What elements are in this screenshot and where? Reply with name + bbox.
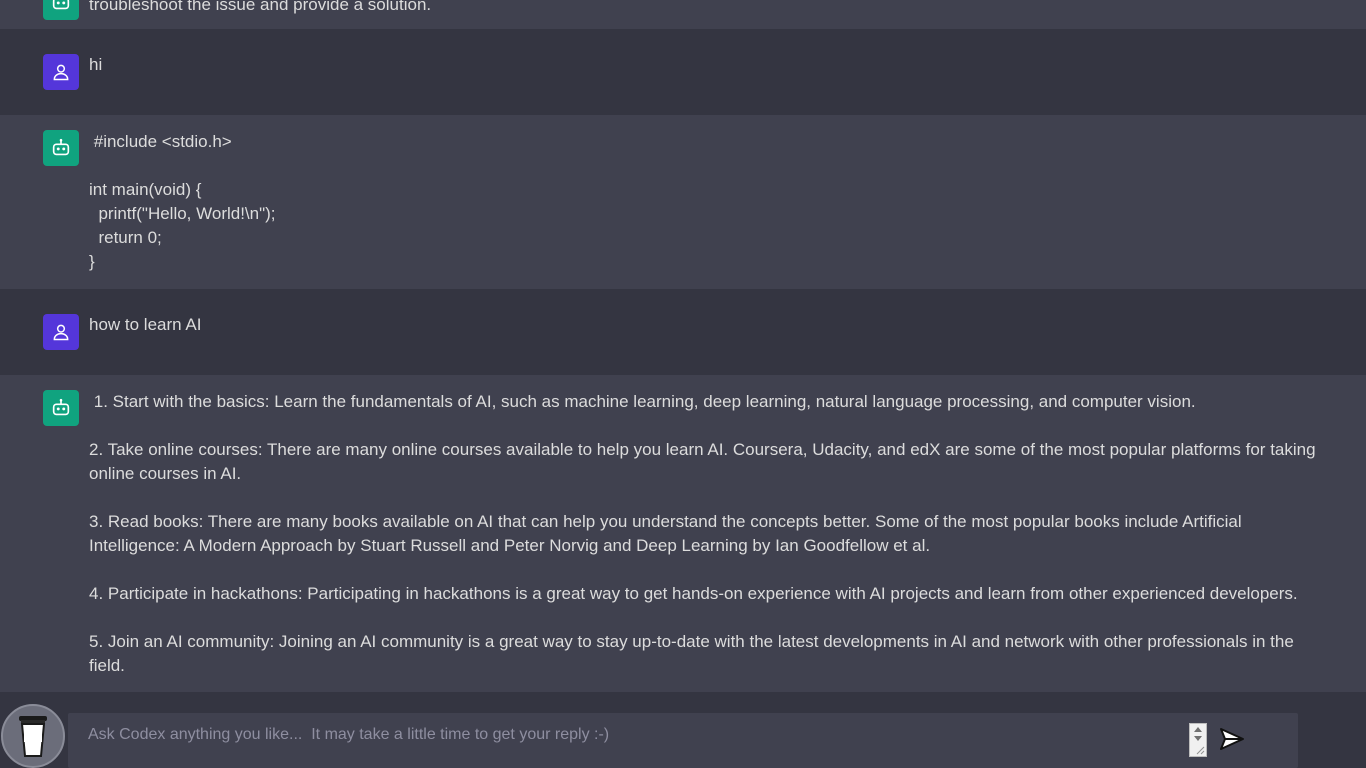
bot-message-row: troubleshoot the issue and provide a sol… bbox=[0, 0, 1366, 29]
bot-avatar bbox=[43, 390, 79, 426]
user-avatar bbox=[43, 54, 79, 90]
chevron-down-icon bbox=[1194, 736, 1202, 741]
bot-message-text: 1. Start with the basics: Learn the fund… bbox=[89, 392, 1316, 675]
robot-icon bbox=[52, 0, 70, 10]
send-button[interactable] bbox=[1218, 725, 1246, 753]
user-avatar bbox=[43, 314, 79, 350]
prompt-input[interactable] bbox=[88, 723, 1178, 753]
coffee-cup-icon bbox=[19, 716, 47, 757]
chevron-up-icon bbox=[1194, 727, 1202, 732]
bot-avatar bbox=[43, 0, 79, 20]
user-message-text: how to learn AI bbox=[89, 315, 202, 334]
buy-coffee-button[interactable] bbox=[1, 704, 65, 768]
bot-message-text: troubleshoot the issue and provide a sol… bbox=[89, 0, 432, 14]
user-icon bbox=[53, 64, 69, 81]
bot-message-row: #include <stdio.h> int main(void) { prin… bbox=[0, 115, 1366, 289]
bot-message-row: 1. Start with the basics: Learn the fund… bbox=[0, 375, 1366, 692]
bot-avatar bbox=[43, 130, 79, 166]
send-icon bbox=[1220, 728, 1244, 750]
textarea-resize-control[interactable] bbox=[1189, 723, 1207, 757]
robot-icon bbox=[52, 138, 70, 156]
user-message-text: hi bbox=[89, 55, 103, 74]
bot-message-text: #include <stdio.h> int main(void) { prin… bbox=[89, 132, 276, 271]
message-composer bbox=[68, 713, 1298, 768]
chat-container: troubleshoot the issue and provide a sol… bbox=[0, 0, 1366, 692]
robot-icon bbox=[52, 398, 70, 416]
user-icon bbox=[53, 324, 69, 341]
user-message-row: hi bbox=[0, 29, 1366, 115]
user-message-row: how to learn AI bbox=[0, 289, 1366, 375]
resize-grip-icon bbox=[1196, 746, 1205, 755]
